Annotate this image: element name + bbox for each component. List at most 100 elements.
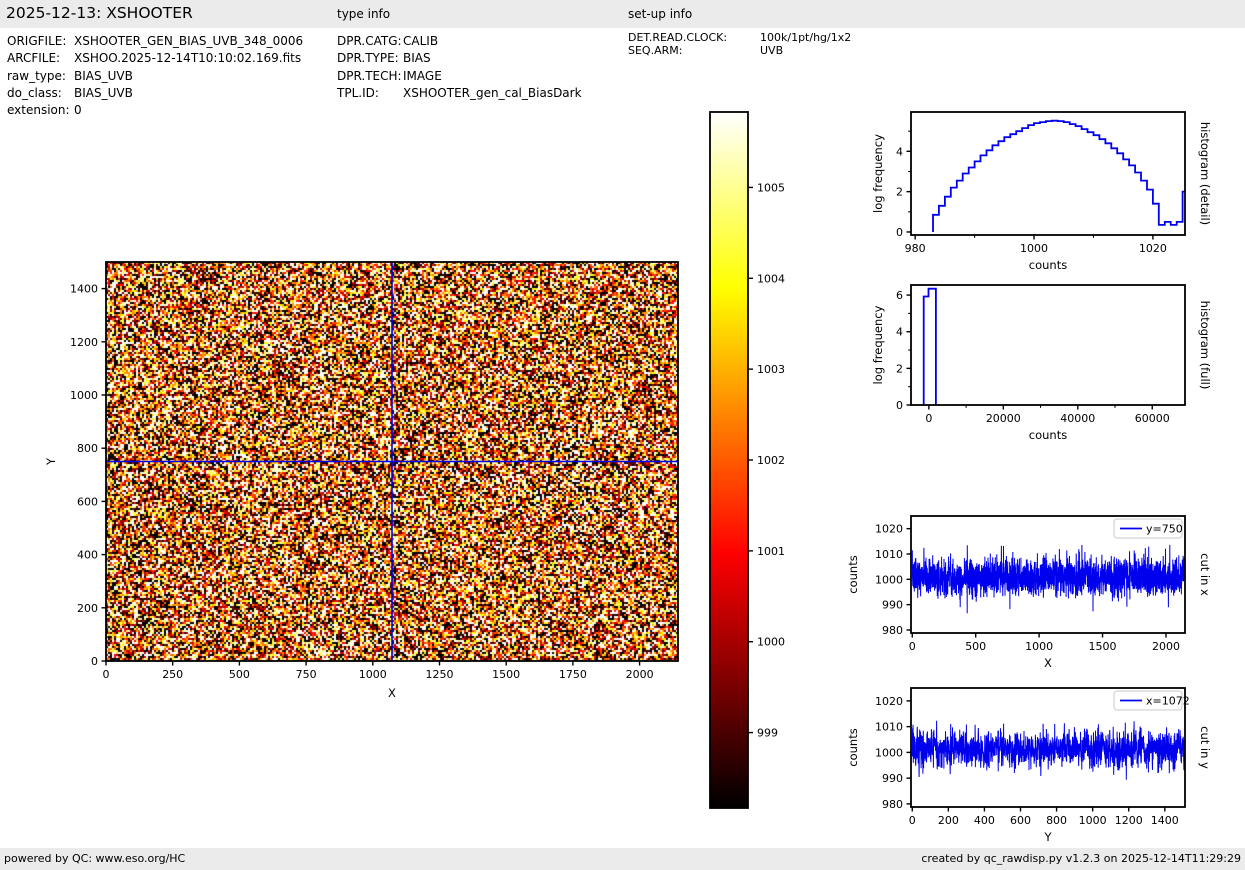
svg-text:1000: 1000	[875, 573, 903, 586]
svg-text:1000: 1000	[70, 389, 98, 402]
svg-text:400: 400	[974, 814, 995, 827]
svg-text:1500: 1500	[492, 668, 520, 681]
histogram-full-plot: 0 20000 40000 60000 0 2 4 6 counts log frequency h…	[871, 284, 1212, 442]
svg-text:cut in y: cut in y	[1198, 726, 1212, 769]
svg-text:1003: 1003	[757, 363, 785, 376]
svg-text:1020: 1020	[1139, 242, 1167, 255]
info-label: DET.READ.CLOCK:	[628, 31, 728, 44]
svg-text:2: 2	[896, 362, 903, 375]
setup-info-heading: set-up info	[628, 7, 693, 21]
histogram-curve	[922, 287, 937, 405]
info-value: IMAGE	[403, 68, 442, 83]
cut-in-x-plot: 0 500 1000 1500 2000 980 990 1000 1010 1020 Xcount…	[846, 515, 1212, 670]
info-row: do_class: BIAS_UVB	[7, 85, 303, 102]
svg-text:log frequency: log frequency	[871, 134, 885, 213]
svg-text:0: 0	[925, 412, 932, 425]
svg-text:1020: 1020	[875, 695, 903, 708]
info-row: extension: 0	[7, 102, 303, 119]
legend: x=1072	[1113, 690, 1190, 711]
histogram-detail-panel: 980 1000 1020 0 2 4 counts log frequency histogr…	[845, 95, 1245, 281]
info-row: DET.READ.CLOCK: 100k/1pt/hg/1x2	[628, 31, 852, 45]
svg-text:800: 800	[77, 442, 98, 455]
qc-report-page: 2025-12-13: XSHOOTER type info set-up in…	[0, 0, 1245, 870]
footer-bar: powered by QC: www.eso.org/HC created by…	[0, 848, 1245, 870]
info-label: ARCFILE:	[7, 51, 61, 66]
svg-text:1020: 1020	[875, 523, 903, 536]
svg-text:1500: 1500	[1089, 640, 1117, 653]
svg-text:500: 500	[965, 640, 986, 653]
svg-text:1200: 1200	[70, 336, 98, 349]
info-label: ORIGFILE:	[7, 34, 67, 48]
colorbar-axes: 999 1000 1001 1002 1003 1004 1005	[709, 111, 785, 809]
cut-trace	[911, 544, 1185, 614]
svg-text:0: 0	[909, 814, 916, 827]
info-row: DPR.TECH:IMAGE	[337, 68, 582, 85]
svg-text:1010: 1010	[875, 721, 903, 734]
svg-text:40000: 40000	[1060, 412, 1095, 425]
svg-text:4: 4	[896, 326, 903, 339]
type-info-list: DPR.CATG:CALIB DPR.TYPE: BIAS DPR.TECH:IM…	[337, 33, 582, 102]
svg-text:980: 980	[882, 624, 903, 637]
bias-image-axes: 0 250 500 750 1000 1250 1500 1750 2000 0 200 400 600…	[44, 261, 679, 700]
info-row: raw_type: BIAS_UVB	[7, 68, 303, 85]
histogram-full-panel: 0 20000 40000 60000 0 2 4 6 counts log frequency h…	[845, 268, 1245, 454]
info-row: ORIGFILE: XSHOOTER_GEN_BIAS_UVB_348_0006	[7, 33, 303, 50]
svg-text:x=1072: x=1072	[1146, 695, 1190, 708]
svg-text:histogram (detail): histogram (detail)	[1198, 122, 1212, 225]
info-value: XSHOOTER_GEN_BIAS_UVB_348_0006	[74, 34, 304, 48]
info-label: DPR.CATG:	[337, 34, 402, 48]
svg-text:cut in x: cut in x	[1198, 553, 1212, 596]
svg-text:counts: counts	[846, 728, 860, 766]
svg-text:1002: 1002	[757, 454, 785, 467]
svg-text:999: 999	[757, 727, 778, 740]
svg-text:20000: 20000	[986, 412, 1021, 425]
file-info-list: ORIGFILE: XSHOOTER_GEN_BIAS_UVB_348_0006 …	[7, 33, 303, 119]
info-value: XSHOOTER_gen_cal_BiasDark	[403, 85, 582, 100]
svg-text:1010: 1010	[875, 548, 903, 561]
info-label: extension:	[7, 103, 70, 118]
type-info-heading: type info	[337, 7, 391, 21]
cut-trace	[911, 720, 1185, 780]
cut-in-y-plot: 0 200 400 600 800 1000 1200 1400 980 990 1000 1010 1…	[846, 687, 1212, 844]
svg-text:600: 600	[1010, 814, 1031, 827]
header-bar: 2025-12-13: XSHOOTER type info set-up in…	[0, 0, 1245, 28]
svg-text:y=750: y=750	[1146, 523, 1183, 536]
svg-text:600: 600	[77, 495, 98, 508]
info-label: raw_type:	[7, 68, 66, 83]
svg-text:0: 0	[909, 640, 916, 653]
svg-text:1005: 1005	[757, 181, 785, 194]
svg-text:0: 0	[91, 655, 98, 668]
bias-image-panel: 0 250 500 750 1000 1250 1500 1750 2000 0 200 400 600…	[40, 240, 720, 710]
svg-text:X: X	[388, 686, 396, 700]
svg-text:1400: 1400	[70, 283, 98, 296]
svg-text:2: 2	[896, 186, 903, 199]
svg-text:0: 0	[896, 226, 903, 239]
setup-info-list: DET.READ.CLOCK: 100k/1pt/hg/1x2 SEQ.ARM: U…	[628, 31, 852, 57]
svg-text:log frequency: log frequency	[871, 305, 885, 384]
svg-text:1750: 1750	[559, 668, 587, 681]
info-value: UVB	[760, 43, 784, 57]
svg-text:0: 0	[896, 399, 903, 412]
svg-text:1200: 1200	[1115, 814, 1143, 827]
svg-text:1000: 1000	[757, 636, 785, 649]
svg-text:1004: 1004	[757, 272, 785, 285]
info-value: XSHOO.2025-12-14T10:10:02.169.fits	[74, 51, 302, 66]
info-row: DPR.TYPE: BIAS	[337, 50, 582, 67]
info-row: DPR.CATG:CALIB	[337, 33, 582, 50]
info-value: BIAS_UVB	[74, 68, 133, 83]
svg-text:4: 4	[896, 145, 903, 158]
info-label: DPR.TECH:	[337, 68, 402, 83]
svg-text:1000: 1000	[875, 746, 903, 759]
svg-text:750: 750	[296, 668, 317, 681]
svg-text:Y: Y	[1043, 830, 1052, 844]
svg-text:6: 6	[896, 289, 903, 302]
histogram-curve	[932, 119, 1185, 232]
info-value: CALIB	[403, 34, 439, 48]
svg-text:1000: 1000	[1079, 814, 1107, 827]
svg-text:1250: 1250	[425, 668, 453, 681]
page-title: 2025-12-13: XSHOOTER	[6, 4, 193, 22]
info-value: 100k/1pt/hg/1x2	[760, 31, 852, 44]
svg-text:500: 500	[229, 668, 250, 681]
cut-in-x-panel: 0 500 1000 1500 2000 980 990 1000 1010 1020 Xcount…	[845, 499, 1245, 689]
info-value: BIAS	[403, 51, 431, 66]
